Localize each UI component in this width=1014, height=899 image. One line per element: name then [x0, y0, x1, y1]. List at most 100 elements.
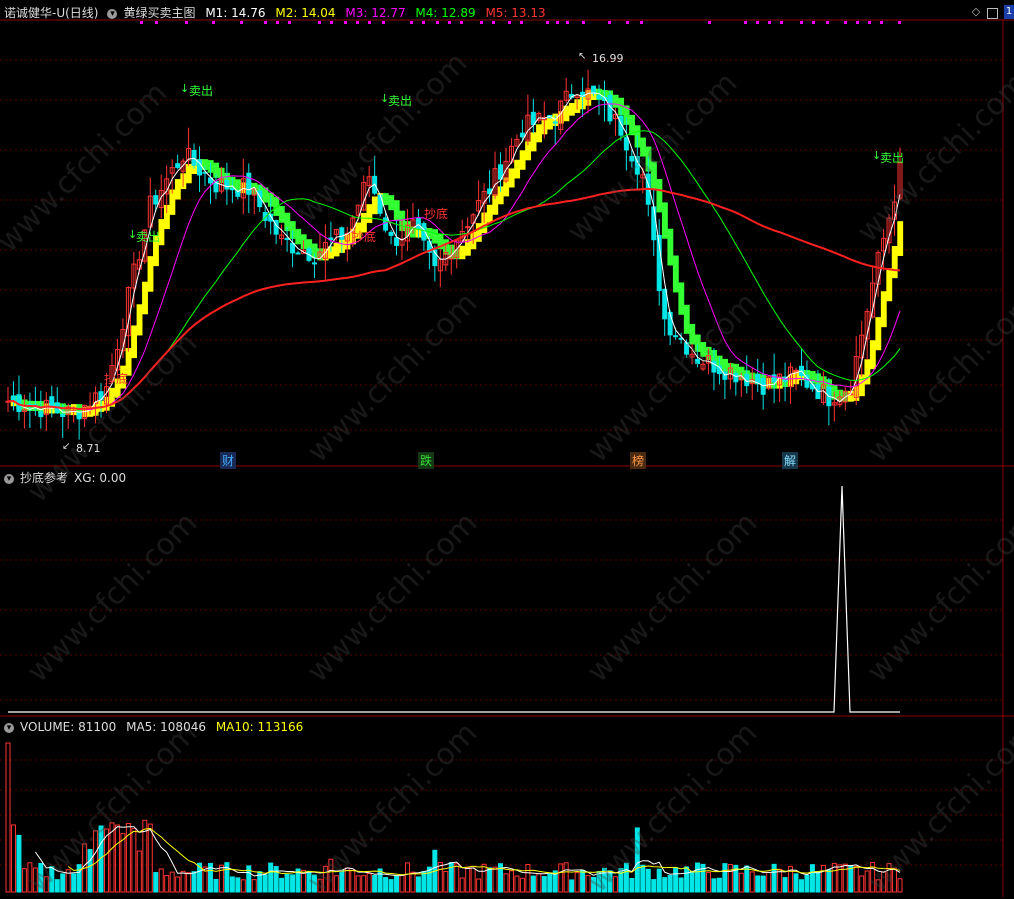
- signal-band-block: [278, 205, 285, 223]
- volume-bar: [711, 878, 717, 893]
- volume-bar: [333, 875, 339, 893]
- buy-signal: 抄底: [352, 230, 377, 244]
- sell-arrow: ↓: [180, 82, 190, 95]
- volume-bar: [218, 864, 224, 893]
- top-marker: [880, 21, 883, 24]
- signal-band-block: [651, 161, 657, 189]
- volume-bar: [777, 868, 783, 893]
- volume-bar: [87, 849, 93, 893]
- signal-band-block: [689, 323, 696, 345]
- signal-band-block: [568, 103, 575, 116]
- volume-bar: [853, 865, 859, 893]
- volume-bar: [662, 877, 668, 893]
- signal-band-block: [667, 228, 674, 266]
- volume-bar: [186, 872, 192, 893]
- volume-bar: [213, 878, 219, 893]
- event-label[interactable]: 榜: [630, 452, 647, 469]
- volume-bar: [875, 879, 881, 893]
- signal-band-block: [858, 374, 865, 397]
- event-label[interactable]: 跌: [418, 452, 435, 469]
- indicator-name[interactable]: 黄绿买卖主图: [123, 6, 195, 20]
- volume-bar: [399, 874, 405, 893]
- signal-band-block: [295, 228, 302, 245]
- volume-bar: [640, 864, 646, 893]
- candle-body: [229, 188, 235, 191]
- restore-icon[interactable]: [987, 8, 998, 19]
- candle-body: [519, 132, 525, 138]
- volume-bar: [623, 862, 629, 893]
- signal-band-block: [432, 229, 438, 244]
- xg-value: XG: 0.00: [74, 471, 127, 485]
- volume-bar: [10, 824, 16, 893]
- sell-signal: 卖出: [880, 151, 905, 165]
- top-marker: [780, 21, 783, 24]
- dropdown-icon[interactable]: ▾: [4, 473, 14, 484]
- candle-body: [339, 227, 345, 240]
- high-arrow: ↖: [578, 51, 587, 62]
- candle-body: [153, 195, 159, 205]
- candle-body: [629, 155, 635, 162]
- volume-bars: [5, 742, 903, 893]
- signal-band-block: [131, 325, 138, 359]
- volume-bar: [470, 867, 476, 893]
- volume-bar: [114, 824, 120, 893]
- volume-bar: [727, 863, 733, 893]
- candle-body: [591, 85, 597, 94]
- event-label[interactable]: 解: [782, 452, 799, 469]
- candle-body: [224, 180, 230, 190]
- signal-band-block: [656, 178, 663, 213]
- event-label[interactable]: 财: [220, 452, 237, 469]
- volume-bar: [629, 877, 635, 893]
- volume-bar: [558, 863, 564, 893]
- volume-bar: [476, 878, 482, 893]
- volume-bar: [837, 864, 843, 893]
- volume-bar: [815, 871, 821, 893]
- volume-bar: [415, 876, 421, 893]
- volume-bar: [804, 874, 810, 893]
- volume-bar: [684, 866, 690, 893]
- volume-bar: [678, 877, 684, 893]
- ma10-volume: MA10: 113166: [215, 720, 304, 734]
- volume-bar: [881, 871, 887, 893]
- diamond-icon[interactable]: ◇: [970, 6, 982, 18]
- signal-band-block: [382, 193, 389, 206]
- ma2-value: M2: 14.04: [275, 6, 336, 20]
- volume-bar: [339, 869, 345, 893]
- signal-band-block: [514, 159, 521, 179]
- signal-band-block: [536, 124, 542, 143]
- candle-body: [394, 237, 400, 246]
- top-marker: [826, 21, 829, 24]
- ma4-line: [7, 130, 901, 410]
- volume-bar: [820, 864, 826, 893]
- top-marker: [812, 21, 815, 24]
- signal-band-block: [612, 94, 619, 108]
- volume-bar: [634, 827, 640, 893]
- volume-bar: [859, 875, 865, 893]
- dropdown-icon[interactable]: ▾: [107, 8, 118, 19]
- volume-bar: [279, 877, 285, 893]
- top-marker: [898, 21, 901, 24]
- sub-title[interactable]: 抄底参考: [20, 471, 68, 485]
- volume-bar: [290, 874, 296, 893]
- volume-bar: [508, 870, 514, 893]
- volume-bar: [38, 862, 44, 893]
- volume-bar: [487, 867, 493, 893]
- volume-bar: [410, 871, 416, 893]
- stock-name[interactable]: 诺诚健华-U(日线): [4, 6, 98, 20]
- chart-canvas[interactable]: [0, 0, 1014, 897]
- volume-bar: [574, 872, 580, 893]
- signal-band-block: [388, 195, 395, 211]
- volume-bar: [164, 875, 170, 893]
- volume-bar: [481, 863, 487, 893]
- volume-bar: [421, 871, 427, 893]
- top-marker: [582, 21, 585, 24]
- top-marker: [756, 21, 759, 24]
- dropdown-icon[interactable]: ▾: [4, 722, 14, 733]
- volume-bar: [328, 858, 334, 893]
- signal-band-block: [136, 304, 143, 336]
- volume-bar: [842, 863, 848, 893]
- signal-band-block: [672, 255, 679, 293]
- volume-bar: [54, 879, 60, 893]
- signal-band-block: [640, 137, 646, 157]
- volume-bar: [744, 865, 750, 893]
